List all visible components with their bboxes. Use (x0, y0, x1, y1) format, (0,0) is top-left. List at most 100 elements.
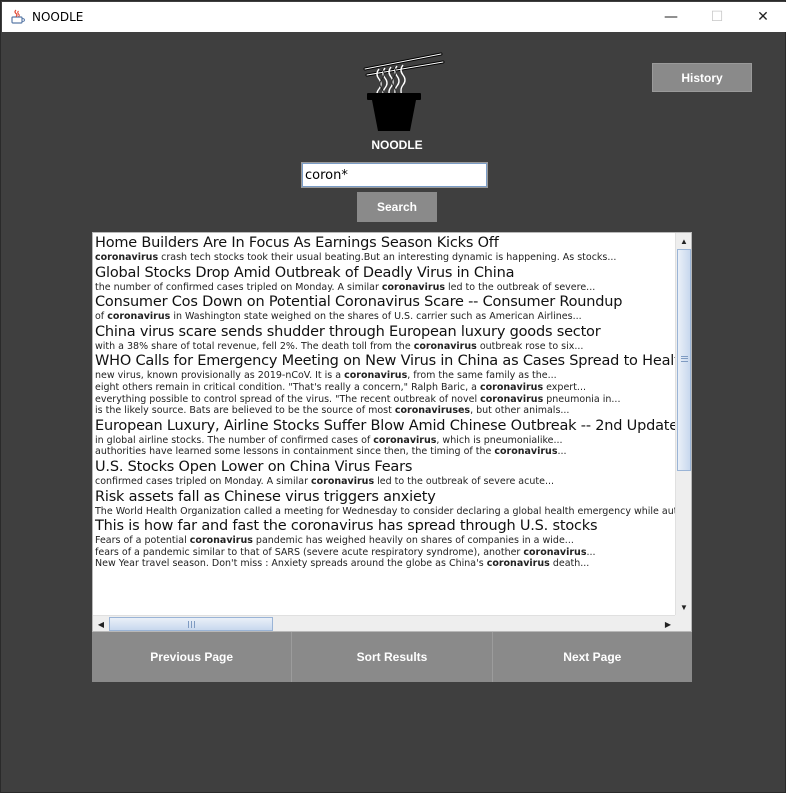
result-title[interactable]: Home Builders Are In Focus As Earnings S… (95, 234, 676, 252)
result-item[interactable]: China virus scare sends shudder through … (94, 323, 676, 353)
result-snippet: of coronavirus in Washington state weigh… (95, 311, 676, 323)
result-title[interactable]: This is how far and fast the coronavirus… (95, 517, 676, 535)
snippet-highlight: coronavirus (95, 252, 159, 263)
result-snippet: in global airline stocks. The number of … (95, 435, 676, 447)
scroll-left-arrow-icon[interactable]: ◀ (93, 616, 109, 632)
result-item[interactable]: U.S. Stocks Open Lower on China Virus Fe… (94, 458, 676, 488)
snippet-text: is the likely source. Bats are believed … (95, 405, 395, 417)
snippet-text: authorities have learned some lessons in… (95, 446, 495, 458)
snippet-highlight: coronavirus (494, 446, 558, 458)
result-item[interactable]: This is how far and fast the coronavirus… (94, 517, 676, 570)
result-snippet: coronavirus crash tech stocks took their… (95, 252, 676, 264)
result-title[interactable]: European Luxury, Airline Stocks Suffer B… (95, 417, 676, 435)
result-snippet: everything possible to control spread of… (95, 394, 676, 406)
snippet-highlight: coronavirus (413, 340, 477, 352)
result-snippet: New Year travel season. Don't miss : Anx… (95, 558, 676, 570)
result-item[interactable]: Risk assets fall as Chinese virus trigge… (94, 488, 676, 518)
snippet-text: expert... (543, 381, 586, 393)
snippet-text: new virus, known provisionally as 2019-n… (95, 370, 345, 382)
snippet-text: outbreak rose to six... (476, 340, 584, 352)
snippet-text: Fears of a potential (95, 535, 190, 547)
snippet-highlight: coronavirus (189, 535, 253, 547)
next-page-button[interactable]: Next Page (492, 632, 692, 682)
snippet-text: , from the same family as the... (407, 370, 557, 382)
snippet-highlight: coronavirus (381, 281, 445, 293)
close-button[interactable]: ✕ (740, 2, 786, 32)
result-snippet: with a 38% share of total revenue, fell … (95, 341, 676, 353)
scroll-up-arrow-icon[interactable]: ▲ (676, 233, 692, 249)
maximize-button[interactable]: ☐ (694, 2, 740, 32)
scroll-corner (675, 615, 691, 631)
results-panel: Home Builders Are In Focus As Earnings S… (92, 232, 692, 632)
snippet-text: with a 38% share of total revenue, fell … (95, 340, 414, 352)
snippet-text: in global airline stocks. The number of … (95, 434, 374, 446)
vertical-scroll-thumb[interactable] (677, 249, 691, 471)
vertical-scrollbar[interactable]: ▲ ▼ (675, 233, 691, 615)
snippet-text: led to the outbreak of severe acute... (374, 475, 554, 487)
snippet-highlight: coronavirus (373, 434, 437, 446)
result-item[interactable]: WHO Calls for Emergency Meeting on New V… (94, 352, 676, 416)
snippet-text: crash tech stocks took their usual beati… (158, 252, 617, 263)
snippet-text: pneumonia in... (543, 393, 621, 405)
snippet-text: , but other animals... (470, 405, 570, 417)
snippet-text: ... (557, 446, 567, 458)
snippet-text: the number of confirmed cases tripled on… (95, 281, 382, 293)
snippet-text: in Washington state weighed on the share… (170, 311, 582, 323)
snippet-highlight: coronaviruses (394, 405, 471, 417)
snippet-text: death... (549, 558, 590, 570)
result-title[interactable]: Global Stocks Drop Amid Outbreak of Dead… (95, 264, 676, 282)
scroll-right-arrow-icon[interactable]: ▶ (660, 616, 676, 632)
search-button[interactable]: Search (357, 192, 437, 222)
snippet-highlight: coronavirus (480, 393, 544, 405)
noodle-bowl-icon (363, 51, 445, 135)
snippet-text: , which is pneumonialike... (436, 434, 563, 446)
window-title: NOODLE (32, 10, 84, 24)
result-snippet: Fears of a potential coronavirus pandemi… (95, 535, 676, 547)
result-title[interactable]: China virus scare sends shudder through … (95, 323, 676, 341)
previous-page-button[interactable]: Previous Page (92, 632, 293, 682)
snippet-text: New Year travel season. Don't miss : Anx… (95, 558, 487, 570)
result-snippet: authorities have learned some lessons in… (95, 446, 676, 458)
snippet-highlight: coronavirus (486, 558, 550, 570)
snippet-highlight: coronavirus (311, 475, 375, 487)
app-window: NOODLE — ☐ ✕ NOODLE History coron* Searc… (0, 0, 786, 793)
result-snippet: the number of confirmed cases tripled on… (95, 282, 676, 294)
result-title[interactable]: Consumer Cos Down on Potential Coronavir… (95, 293, 676, 311)
result-title[interactable]: Risk assets fall as Chinese virus trigge… (95, 488, 676, 506)
result-snippet: The World Health Organization called a m… (95, 506, 676, 518)
snippet-highlight: coronavirus (523, 546, 587, 558)
snippet-highlight: coronavirus (480, 381, 544, 393)
snippet-highlight: coronavirus (107, 311, 171, 323)
result-snippet: eight others remain in critical conditio… (95, 382, 676, 394)
snippet-text: fears of a pandemic similar to that of S… (95, 546, 524, 558)
snippet-text: pandemic has weighed heavily on shares o… (252, 535, 574, 547)
result-item[interactable]: Home Builders Are In Focus As Earnings S… (94, 234, 676, 264)
result-item[interactable]: Consumer Cos Down on Potential Coronavir… (94, 293, 676, 323)
sort-results-button[interactable]: Sort Results (292, 632, 493, 682)
window-controls: — ☐ ✕ (648, 2, 786, 32)
result-title[interactable]: WHO Calls for Emergency Meeting on New V… (95, 352, 676, 370)
result-snippet: fears of a pandemic similar to that of S… (95, 547, 676, 559)
snippet-text: The World Health Organization called a m… (95, 505, 676, 517)
result-item[interactable]: European Luxury, Airline Stocks Suffer B… (94, 417, 676, 458)
result-snippet: confirmed cases tripled on Monday. A sim… (95, 476, 676, 488)
snippet-highlight: coronavirus (344, 370, 408, 382)
snippet-text: everything possible to control spread of… (95, 393, 481, 405)
history-button[interactable]: History (652, 63, 752, 92)
result-title[interactable]: U.S. Stocks Open Lower on China Virus Fe… (95, 458, 676, 476)
title-bar: NOODLE — ☐ ✕ (2, 2, 786, 32)
java-app-icon (10, 9, 26, 25)
results-list[interactable]: Home Builders Are In Focus As Earnings S… (94, 234, 676, 616)
scroll-down-arrow-icon[interactable]: ▼ (676, 599, 692, 615)
search-input[interactable] (301, 162, 488, 188)
minimize-button[interactable]: — (648, 2, 694, 32)
result-item[interactable]: Global Stocks Drop Amid Outbreak of Dead… (94, 264, 676, 294)
snippet-text: ... (586, 546, 596, 558)
result-snippet: new virus, known provisionally as 2019-n… (95, 370, 676, 382)
horizontal-scroll-thumb[interactable] (109, 617, 273, 631)
snippet-text: of (95, 311, 108, 323)
snippet-text: confirmed cases tripled on Monday. A sim… (95, 475, 311, 487)
snippet-text: eight others remain in critical conditio… (95, 381, 480, 393)
horizontal-scrollbar[interactable]: ◀ ▶ (93, 615, 676, 631)
snippet-text: led to the outbreak of severe... (445, 281, 596, 293)
